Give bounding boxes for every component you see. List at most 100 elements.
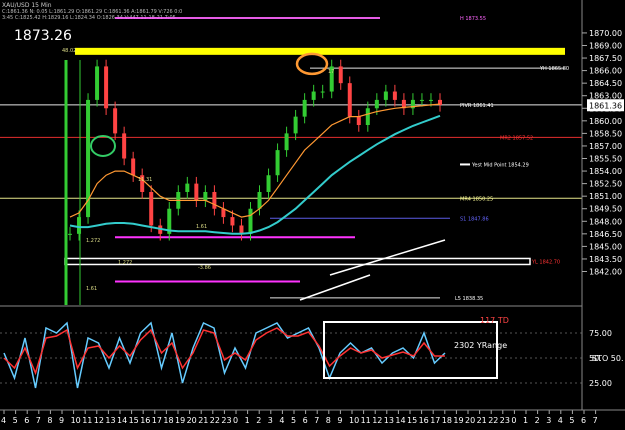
candle-body — [266, 175, 271, 192]
time-tick-label: 15 — [129, 416, 139, 425]
time-tick-label: 21 — [477, 416, 487, 425]
time-tick-label: 5 — [569, 416, 574, 425]
chart-background — [0, 0, 625, 430]
annotation-label: 1.61 — [196, 224, 207, 230]
level-label: Yest Mid Point 1854.29 — [471, 162, 529, 168]
candle-body — [428, 99, 433, 101]
time-tick-label: 7 — [314, 416, 319, 425]
price-tick-label: 1866.00 — [589, 67, 622, 76]
osc-annotation: 2302 YRange — [454, 341, 507, 350]
time-tick-label: 20 — [465, 416, 475, 425]
price-tick-label: 1864.50 — [589, 79, 622, 88]
time-tick-label: 15 — [407, 416, 417, 425]
candle-body — [338, 66, 343, 84]
level-label: YH 1865.80 — [539, 66, 569, 72]
price-tick-label: 1858.50 — [589, 129, 622, 138]
chart-canvas: XAU/USD 15 Min C:1861.36 N: 0.05 L:1861.… — [0, 0, 625, 430]
price-tick-label: 1870.00 — [589, 29, 622, 38]
price-tick-label: 1849.50 — [589, 205, 622, 214]
osc-annotation: 117 TD — [480, 316, 509, 325]
level-label: H 1873.55 — [460, 16, 486, 22]
candle-body — [365, 108, 370, 126]
time-tick-label: 18 — [442, 416, 452, 425]
candle-body — [392, 91, 397, 100]
candle-body — [113, 108, 118, 134]
time-tick-label: 21 — [198, 416, 208, 425]
time-tick-label: 9 — [337, 416, 342, 425]
candle-body — [275, 150, 280, 176]
level-label: S1 1847.86 — [460, 216, 489, 222]
time-tick-label: 14 — [395, 416, 405, 425]
annotation-label: 1.272 — [86, 238, 100, 244]
time-tick-label: 4 — [279, 416, 284, 425]
time-tick-label: 12 — [94, 416, 104, 425]
time-tick-label: 8 — [47, 416, 52, 425]
time-tick-label: 1 — [245, 416, 250, 425]
time-tick-label: 17 — [430, 416, 440, 425]
candle-body — [419, 99, 424, 101]
candle-body — [356, 116, 361, 126]
time-tick-label: 16 — [419, 416, 429, 425]
time-tick-label: 6 — [24, 416, 29, 425]
price-tick-label: 1842.00 — [589, 268, 622, 277]
time-tick-label: 8 — [326, 416, 331, 425]
time-tick-label: 17 — [152, 416, 162, 425]
time-tick-label: 19 — [175, 416, 185, 425]
price-tick-label: 1855.50 — [589, 155, 622, 164]
candle-body — [248, 208, 253, 234]
price-tick-label: 1846.50 — [589, 230, 622, 239]
time-tick-label: 0 — [511, 416, 516, 425]
annotation-label: 11.31 — [138, 177, 152, 183]
time-tick-label: 6 — [581, 416, 586, 425]
osc-label: STO 50. — [592, 354, 624, 363]
candle-body — [203, 191, 208, 201]
annotation-label: 48.02 — [62, 48, 76, 54]
candle-body — [95, 66, 100, 100]
price-tick-label: 1843.50 — [589, 255, 622, 264]
price-tick-label: 1851.00 — [589, 192, 622, 201]
candle-body — [185, 183, 190, 192]
price-tick-label: 1860.00 — [589, 117, 622, 126]
candle-body — [77, 217, 82, 234]
time-tick-label: 12 — [372, 416, 382, 425]
annotation-label: 1.272 — [118, 260, 132, 266]
time-tick-label: 2 — [256, 416, 261, 425]
time-tick-label: 13 — [105, 416, 115, 425]
osc-tick-label: 25.00 — [589, 379, 612, 388]
time-tick-label: 3 — [268, 416, 273, 425]
price-tick-label: 1852.50 — [589, 180, 622, 189]
candle-body — [320, 91, 325, 93]
time-tick-label: 3 — [546, 416, 551, 425]
symbol-line: XAU/USD 15 Min — [2, 2, 52, 9]
price-tick-label: 1854.00 — [589, 167, 622, 176]
price-tick-label: 1848.00 — [589, 217, 622, 226]
level-label: MR4 1850.25 — [460, 196, 493, 202]
price-tick-label: 1857.00 — [589, 142, 622, 151]
candle-body — [257, 191, 262, 209]
time-tick-label: 6 — [303, 416, 308, 425]
time-tick-label: 5 — [13, 416, 18, 425]
time-tick-label: 9 — [59, 416, 64, 425]
candle-body — [383, 91, 388, 100]
candle-body — [68, 233, 72, 235]
price-tick-label: 1845.00 — [589, 242, 622, 251]
level-label: H1 1867.74 — [470, 50, 499, 56]
time-tick-label: 0 — [233, 416, 238, 425]
candle-body — [311, 91, 316, 100]
candle-body — [302, 99, 307, 117]
candle-body — [131, 158, 136, 176]
level-label: MR2 1857.52 — [500, 135, 533, 141]
candle-body — [374, 99, 379, 109]
price-tick-label: 1869.00 — [589, 41, 622, 50]
time-tick-label: 10 — [349, 416, 359, 425]
time-tick-label: 4 — [1, 416, 6, 425]
annotation-label: -3.86 — [198, 265, 211, 271]
candle-body — [293, 116, 298, 134]
time-tick-label: 22 — [210, 416, 220, 425]
time-tick-label: 13 — [384, 416, 394, 425]
candle-body — [122, 133, 127, 159]
time-tick-label: 7 — [593, 416, 598, 425]
current-price-label: 1861.36 — [589, 101, 622, 110]
time-tick-label: 2 — [535, 416, 540, 425]
time-tick-label: 14 — [117, 416, 127, 425]
